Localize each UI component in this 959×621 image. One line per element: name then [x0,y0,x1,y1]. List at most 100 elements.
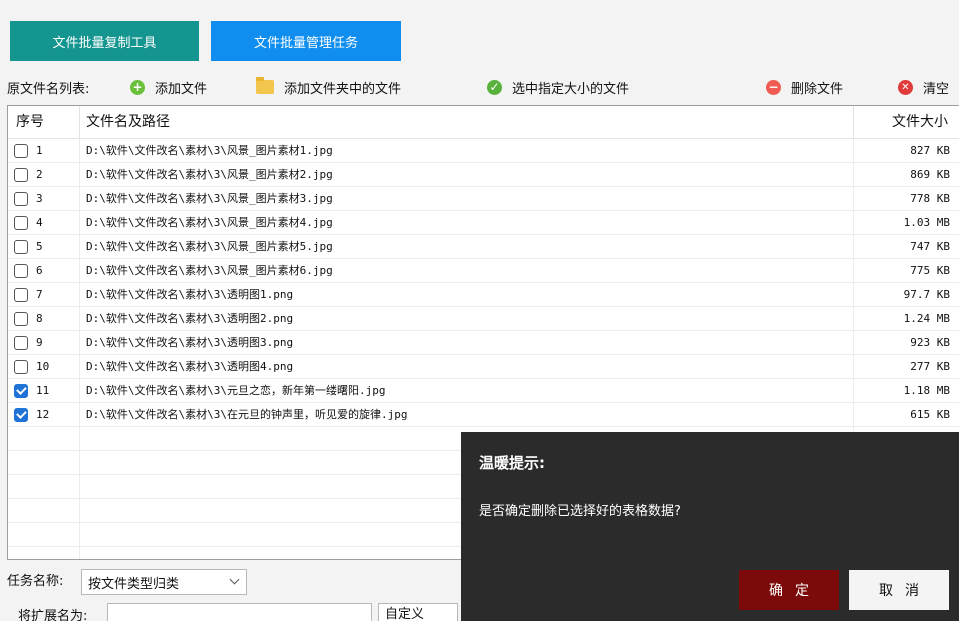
row-size: 1.03 MB [903,216,950,229]
row-path: D:\软件\文件改名\素材\3\风景_图片素材2.jpg [80,163,854,186]
table-row[interactable]: 9 D:\软件\文件改名\素材\3\透明图3.png 923 KB [8,331,959,355]
row-path: D:\软件\文件改名\素材\3\风景_图片素材6.jpg [80,259,854,282]
table-row[interactable]: 6 D:\软件\文件改名\素材\3\风景_图片素材6.jpg 775 KB [8,259,959,283]
row-checkbox[interactable] [14,143,28,158]
tab-file-manage-task[interactable]: 文件批量管理任务 [211,21,401,61]
row-size: 747 KB [910,240,950,253]
row-no-cell [8,475,80,498]
row-no-cell [8,451,80,474]
row-no: 7 [36,288,43,301]
row-checkbox[interactable] [14,359,28,374]
column-header-path[interactable]: 文件名及路径 [80,106,854,139]
table-row[interactable]: 11 D:\软件\文件改名\素材\3\元旦之恋，新年第一缕曙阳.jpg 1.18 M… [8,379,959,403]
row-no: 8 [36,312,43,325]
table-row[interactable]: 1 D:\软件\文件改名\素材\3\风景_图片素材1.jpg 827 KB [8,139,959,163]
row-no-cell: 5 [8,235,80,258]
row-size: 869 KB [910,168,950,181]
add-folder-files-button[interactable]: 添加文件夹中的文件 [256,74,401,100]
row-no-cell: 12 [8,403,80,426]
row-no-cell [8,499,80,522]
add-file-button[interactable]: + 添加文件 [130,74,207,100]
row-no-cell: 9 [8,331,80,354]
row-path: D:\软件\文件改名\素材\3\元旦之恋，新年第一缕曙阳.jpg [80,379,854,402]
row-no: 10 [36,360,50,373]
row-size: 827 KB [910,144,950,157]
row-checkbox[interactable] [14,167,28,182]
close-circle-icon: ✕ [898,79,913,95]
row-size: 1.18 MB [903,384,950,397]
table-row[interactable]: 4 D:\软件\文件改名\素材\3\风景_图片素材4.jpg 1.03 MB [8,211,959,235]
row-no-cell [8,427,80,450]
check-circle-icon: ✓ [487,79,502,95]
column-header-no[interactable]: 序号 [8,106,80,139]
row-no-cell: 3 [8,187,80,210]
row-checkbox[interactable] [14,311,28,326]
row-checkbox[interactable] [14,335,28,350]
row-path: D:\软件\文件改名\素材\3\风景_图片素材5.jpg [80,235,854,258]
delete-file-button[interactable]: − 删除文件 [766,74,843,100]
row-no: 9 [36,336,43,349]
row-no-cell: 4 [8,211,80,234]
row-path: D:\软件\文件改名\素材\3\在元旦的钟声里，听见爱的旋律.jpg [80,403,854,426]
row-path: D:\软件\文件改名\素材\3\透明图3.png [80,331,854,354]
task-name-value: 按文件类型归类 [88,576,180,592]
add-folder-label: 添加文件夹中的文件 [284,81,402,97]
table-row[interactable]: 10 D:\软件\文件改名\素材\3\透明图4.png 277 KB [8,355,959,379]
delete-file-label: 删除文件 [791,81,844,97]
table-row[interactable]: 3 D:\软件\文件改名\素材\3\风景_图片素材3.jpg 778 KB [8,187,959,211]
row-checkbox[interactable] [14,215,28,230]
extension-label: 将扩展名为: [18,609,88,621]
minus-circle-icon: − [766,79,781,95]
row-no: 3 [36,192,43,205]
column-header-size[interactable]: 文件大小 [854,106,959,139]
row-size: 778 KB [910,192,950,205]
extension-input[interactable] [107,603,372,621]
row-path: D:\软件\文件改名\素材\3\透明图4.png [80,355,854,378]
row-size: 923 KB [910,336,950,349]
table-row[interactable]: 8 D:\软件\文件改名\素材\3\透明图2.png 1.24 MB [8,307,959,331]
clear-button[interactable]: ✕ 清空 [898,74,949,100]
row-checkbox[interactable] [14,191,28,206]
row-size: 615 KB [910,408,950,421]
row-path: D:\软件\文件改名\素材\3\透明图2.png [80,307,854,330]
row-no-cell: 10 [8,355,80,378]
row-no: 11 [36,384,50,397]
row-checkbox[interactable] [14,383,28,398]
row-no-cell: 2 [8,163,80,186]
row-checkbox[interactable] [14,263,28,278]
row-no: 4 [36,216,43,229]
row-no-cell: 1 [8,139,80,162]
row-no-cell: 8 [8,307,80,330]
table-row[interactable]: 5 D:\软件\文件改名\素材\3\风景_图片素材5.jpg 747 KB [8,235,959,259]
row-no-cell: 7 [8,283,80,306]
chevron-down-icon [229,574,240,585]
dialog-message: 是否确定删除已选择好的表格数据? [479,504,681,519]
row-no-cell [8,547,80,559]
tab-file-copy-tool[interactable]: 文件批量复制工具 [10,21,199,61]
file-list-label: 原文件名列表: [7,81,90,97]
row-checkbox[interactable] [14,287,28,302]
row-path: D:\软件\文件改名\素材\3\透明图1.png [80,283,854,306]
row-no: 1 [36,144,43,157]
table-row[interactable]: 2 D:\软件\文件改名\素材\3\风景_图片素材2.jpg 869 KB [8,163,959,187]
table-row[interactable]: 12 D:\软件\文件改名\素材\3\在元旦的钟声里，听见爱的旋律.jpg 615 … [8,403,959,427]
dialog-title: 温暖提示: [479,454,545,472]
task-name-select[interactable]: 按文件类型归类 [81,569,247,595]
table-row[interactable]: 7 D:\软件\文件改名\素材\3\透明图1.png 97.7 KB [8,283,959,307]
row-no-cell [8,523,80,546]
plus-circle-icon: + [130,79,145,95]
select-by-size-button[interactable]: ✓ 选中指定大小的文件 [487,74,629,100]
cancel-button[interactable]: 取消 [849,570,949,610]
row-size: 775 KB [910,264,950,277]
row-checkbox[interactable] [14,239,28,254]
toolbar: 原文件名列表: + 添加文件 添加文件夹中的文件 ✓ 选中指定大小的文件 − 删… [0,74,959,100]
row-no: 5 [36,240,43,253]
row-path: D:\软件\文件改名\素材\3\风景_图片素材1.jpg [80,139,854,162]
confirm-dialog: 温暖提示: 是否确定删除已选择好的表格数据? 确定 取消 [461,432,959,621]
extension-mode-select[interactable]: 自定义 [378,603,458,621]
confirm-button[interactable]: 确定 [739,570,839,610]
row-size: 1.24 MB [903,312,950,325]
row-checkbox[interactable] [14,407,28,422]
select-size-label: 选中指定大小的文件 [512,81,630,97]
row-path: D:\软件\文件改名\素材\3\风景_图片素材3.jpg [80,187,854,210]
